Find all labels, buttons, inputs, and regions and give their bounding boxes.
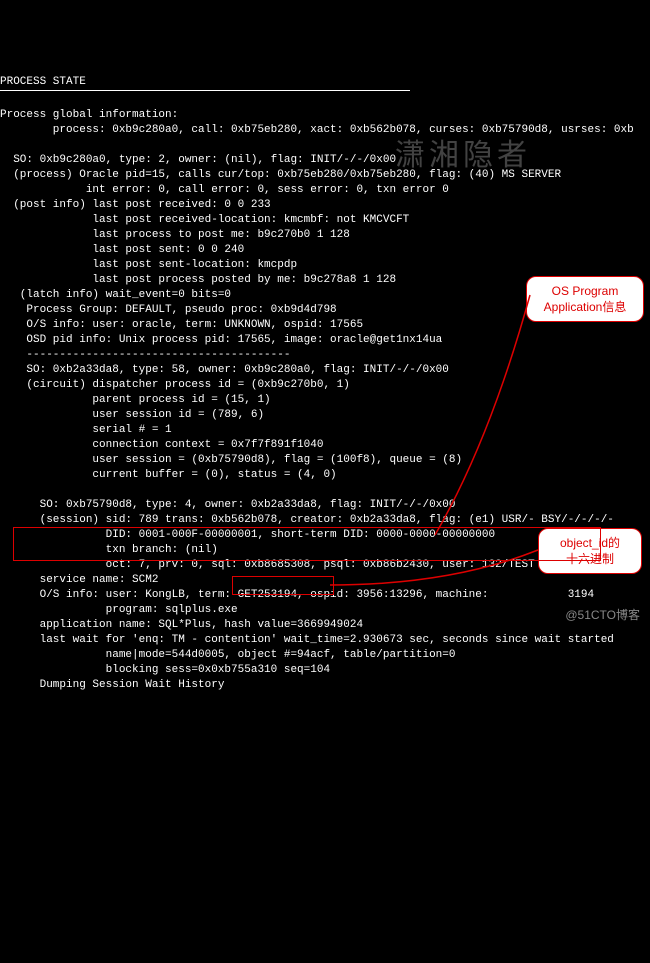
so1-line2: (process) Oracle pid=15, calls cur/top: … bbox=[0, 169, 561, 181]
annot1-l1: OS Program bbox=[552, 284, 619, 298]
terminal-output: PROCESS STATE Process global information… bbox=[0, 60, 650, 693]
so1-line1: SO: 0xb9c280a0, type: 2, owner: (nil), f… bbox=[0, 154, 396, 166]
so3-app: application name: SQL*Plus, hash value=3… bbox=[0, 619, 363, 631]
so3-oct: oct: 7, prv: 0, sql: 0xb8685308, psql: 0… bbox=[0, 559, 535, 571]
so1-osinfo: O/S info: user: oracle, term: UNKNOWN, o… bbox=[0, 319, 363, 331]
so3-did: DID: 0001-000F-00000001, short-term DID:… bbox=[0, 529, 495, 541]
so3-txn: txn branch: (nil) bbox=[0, 544, 218, 556]
so1-post5: last post sent-location: kmcpdp bbox=[0, 259, 297, 271]
annot1-l2: Application信息 bbox=[544, 300, 627, 314]
so1-latch: (latch info) wait_event=0 bits=0 bbox=[0, 289, 231, 301]
so3-dump: Dumping Session Wait History bbox=[0, 679, 224, 691]
so3-os2: program: sqlplus.exe bbox=[0, 604, 238, 616]
annot2-l1: object_id的 bbox=[560, 536, 620, 550]
so2-usess2: user session = (0xb75790d8), flag = (100… bbox=[0, 454, 462, 466]
global-process: process: 0xb9c280a0, call: 0xb75eb280, x… bbox=[0, 124, 634, 136]
so3-wait: last wait for 'enq: TM - contention' wai… bbox=[0, 634, 614, 646]
so1-post1: (post info) last post received: 0 0 233 bbox=[0, 199, 271, 211]
so1-post4: last post sent: 0 0 240 bbox=[0, 244, 244, 256]
so3-line1: SO: 0xb75790d8, type: 4, owner: 0xb2a33d… bbox=[0, 499, 455, 511]
so2-usess: user session id = (789, 6) bbox=[0, 409, 264, 421]
so2-hline: ---------------------------------------- bbox=[0, 349, 290, 361]
annot2-l2: 十六进制 bbox=[566, 552, 614, 566]
so3-wait3: blocking sess=0x0xb755a310 seq=104 bbox=[0, 664, 330, 676]
so2-curbuf: current buffer = (0), status = (4, 0) bbox=[0, 469, 337, 481]
so1-line3: int error: 0, call error: 0, sess error:… bbox=[0, 184, 449, 196]
annotation-os-program: OS Program Application信息 bbox=[526, 276, 644, 322]
so3-svc: service name: SCM2 bbox=[0, 574, 158, 586]
so2-serial: serial # = 1 bbox=[0, 424, 172, 436]
proc-state-title: PROCESS STATE bbox=[0, 76, 86, 88]
so1-pgroup: Process Group: DEFAULT, pseudo proc: 0xb… bbox=[0, 304, 337, 316]
so3-wait2: name|mode=544d0005, object #=94acf, tabl… bbox=[0, 649, 455, 661]
so1-osd: OSD pid info: Unix process pid: 17565, i… bbox=[0, 334, 442, 346]
underline bbox=[0, 90, 410, 91]
so1-post3: last process to post me: b9c270b0 1 128 bbox=[0, 229, 350, 241]
so2-line1: SO: 0xb2a33da8, type: 58, owner: 0xb9c28… bbox=[0, 364, 449, 376]
so1-post2: last post received-location: kmcmbf: not… bbox=[0, 214, 409, 226]
footer-watermark: @51CTO博客 bbox=[565, 608, 640, 623]
so2-circuit: (circuit) dispatcher process id = (0xb9c… bbox=[0, 379, 350, 391]
so3-os1: O/S info: user: KongLB, term: GET253194,… bbox=[0, 589, 594, 601]
so3-sess: (session) sid: 789 trans: 0xb562b078, cr… bbox=[0, 514, 614, 526]
so1-post6: last post process posted by me: b9c278a8… bbox=[0, 274, 396, 286]
so2-conn: connection context = 0x7f7f891f1040 bbox=[0, 439, 323, 451]
annotation-object-id: object_id的 十六进制 bbox=[538, 528, 642, 574]
global-label: Process global information: bbox=[0, 109, 178, 121]
so2-parent: parent process id = (15, 1) bbox=[0, 394, 271, 406]
